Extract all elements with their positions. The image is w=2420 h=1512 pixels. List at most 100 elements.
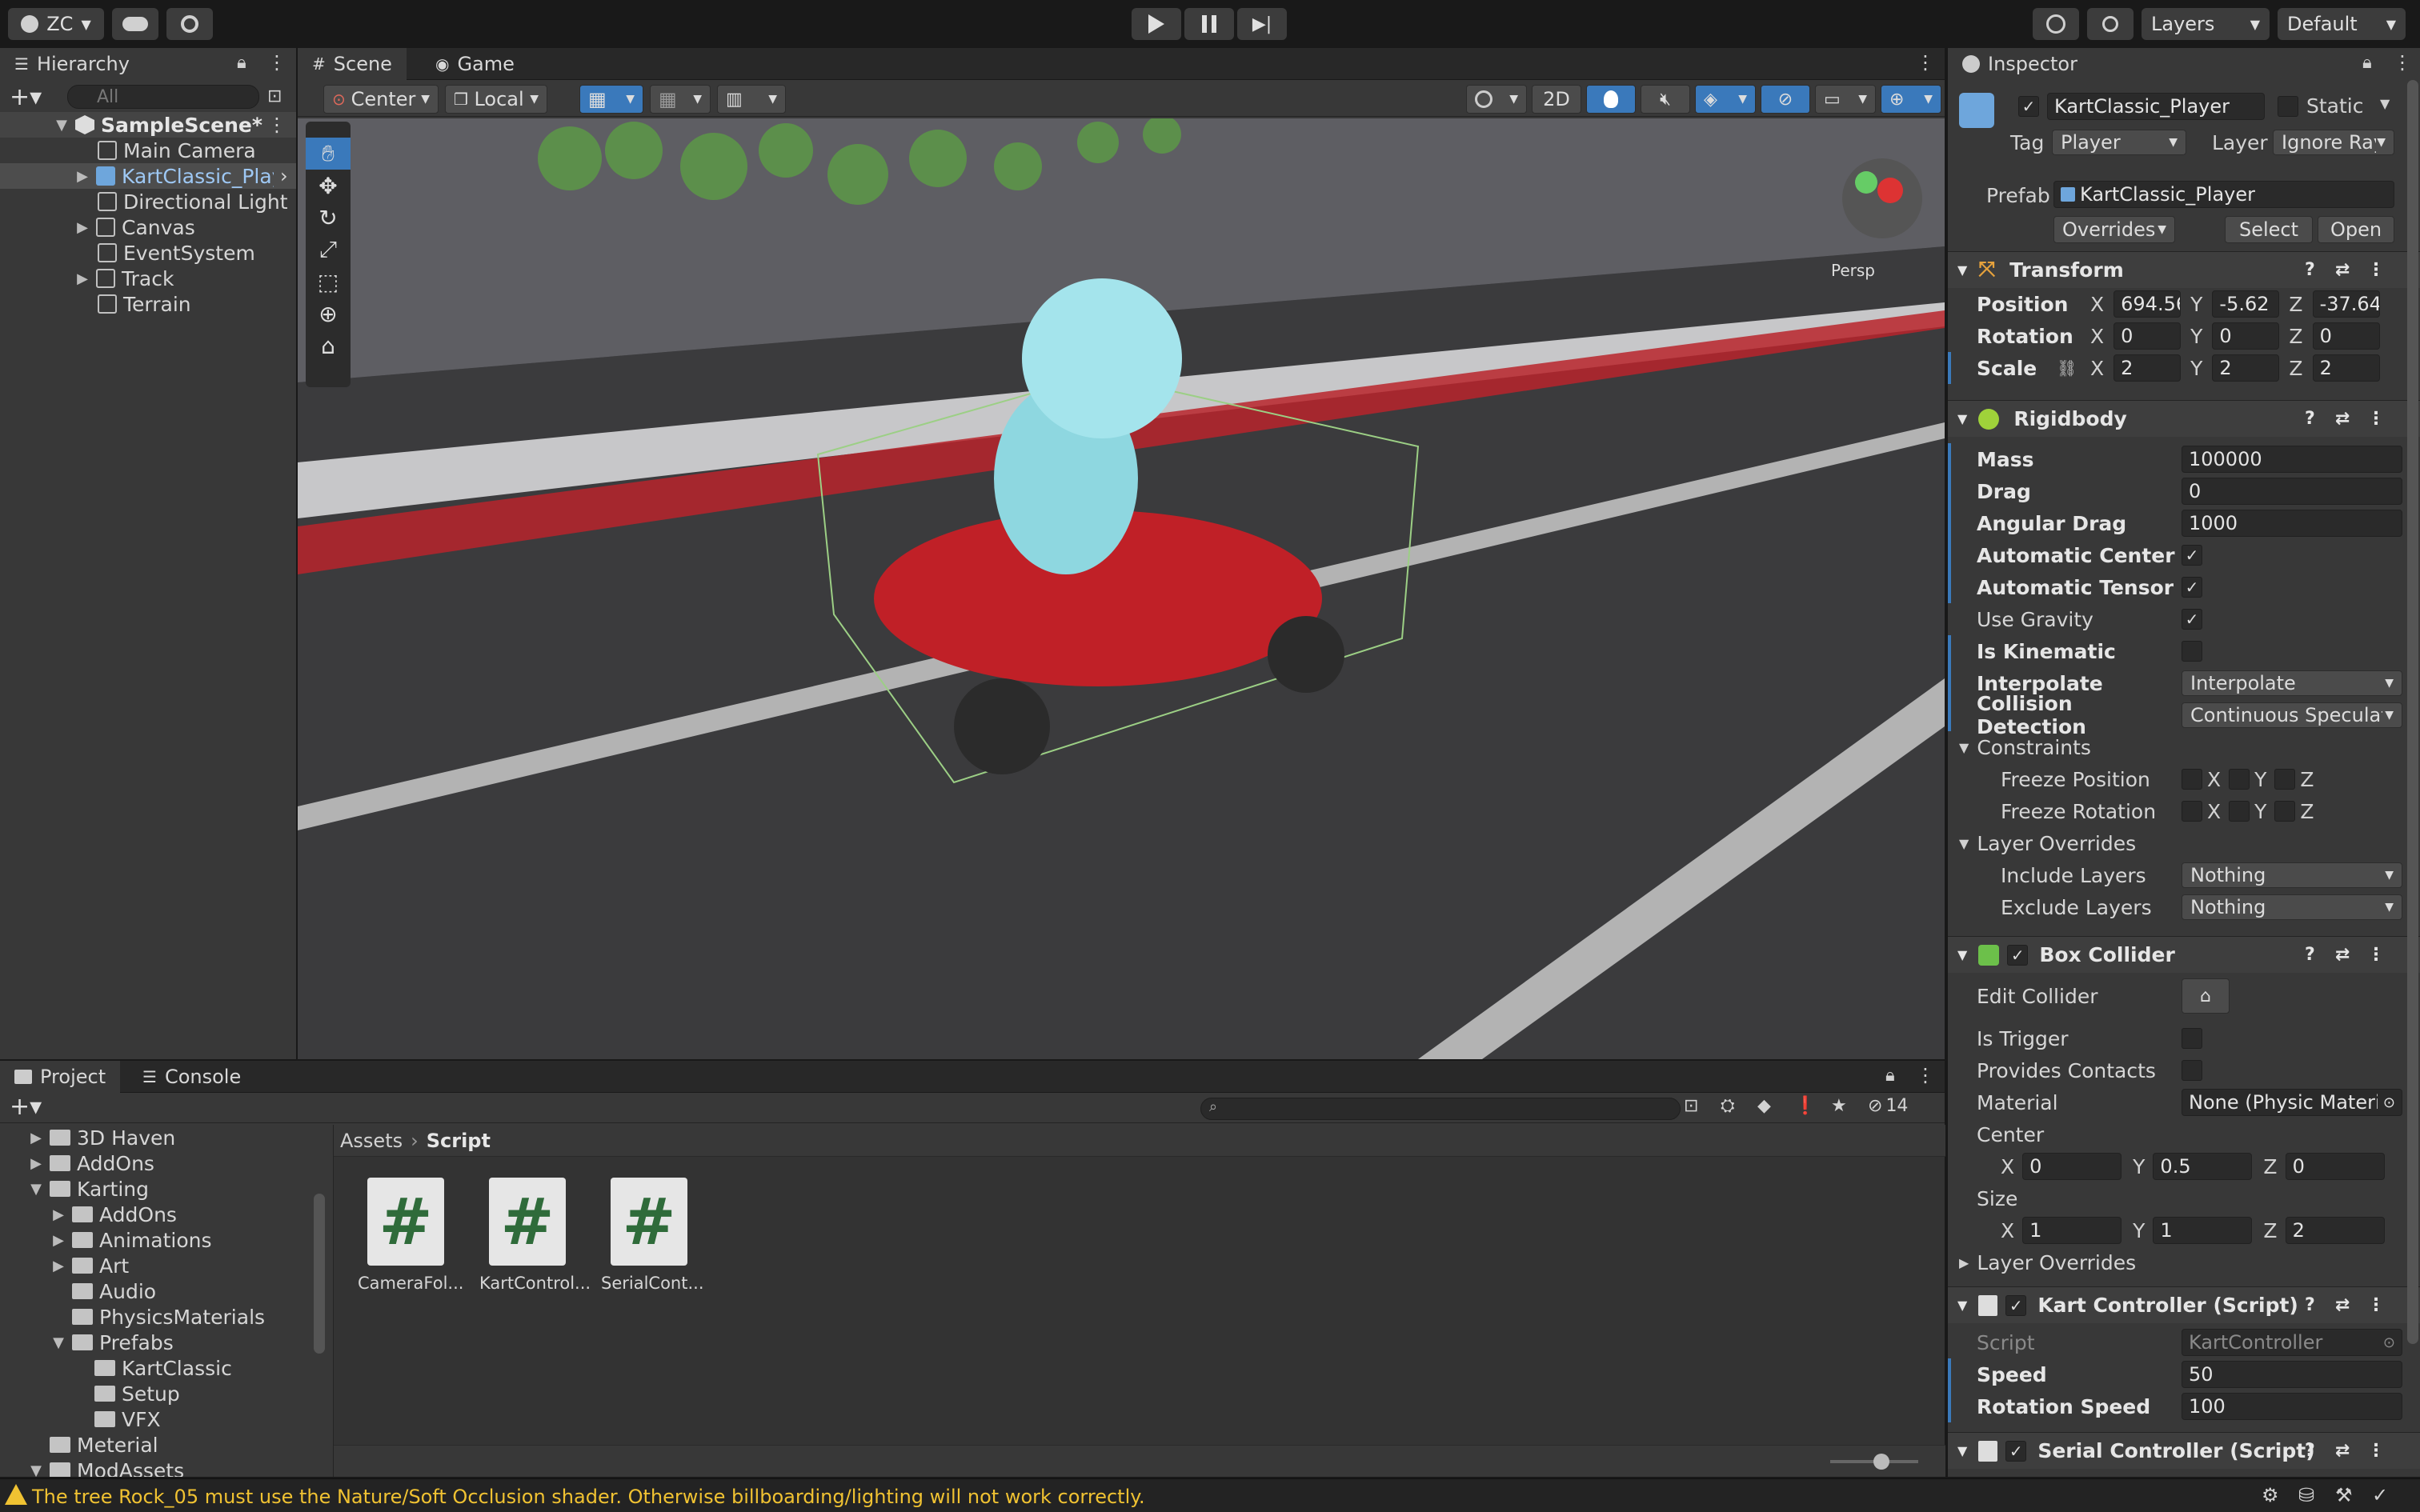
- speed-field[interactable]: 50: [2182, 1361, 2402, 1388]
- tree-item[interactable]: ▼ ModAssets: [29, 1458, 184, 1477]
- center-x-field[interactable]: 0: [2022, 1153, 2122, 1180]
- rotation-z-field[interactable]: 0: [2312, 322, 2380, 350]
- grid-snap-toggle[interactable]: ▦ ▼: [579, 85, 643, 114]
- move-tool[interactable]: ✥: [306, 170, 351, 202]
- scene-viewport[interactable]: Persp ✋︎ ✥ ↻ ⤢ ⬚ ⊕ ⌂: [298, 118, 1945, 1059]
- interpolate-dropdown[interactable]: Interpolate ▼: [2182, 670, 2402, 696]
- services-button[interactable]: [166, 8, 213, 40]
- include-layers-dropdown[interactable]: Nothing ▼: [2182, 862, 2402, 888]
- favorite-icon[interactable]: ★: [1831, 1096, 1847, 1116]
- help-icon[interactable]: ?: [2305, 1441, 2315, 1461]
- cloud-button[interactable]: [112, 8, 158, 40]
- open-button[interactable]: Open: [2318, 216, 2394, 243]
- auto-com-checkbox[interactable]: ✓: [2182, 545, 2202, 566]
- more-icon[interactable]: ⋮: [2367, 1295, 2385, 1315]
- zoom-slider-thumb[interactable]: [1873, 1454, 1889, 1470]
- center-z-field[interactable]: 0: [2285, 1153, 2385, 1180]
- hierarchy-item-eventsystem[interactable]: EventSystem: [98, 240, 255, 266]
- lighting-toggle[interactable]: [1586, 85, 1636, 114]
- static-checkbox[interactable]: [2278, 96, 2298, 117]
- size-x-field[interactable]: 1: [2022, 1217, 2122, 1244]
- tree-item[interactable]: ▶ Art: [51, 1253, 129, 1278]
- kart-controller-header[interactable]: ▼ ✓ Kart Controller (Script) ? ⇄ ⋮: [1948, 1286, 2420, 1323]
- search-button[interactable]: [2087, 8, 2134, 40]
- angular-drag-field[interactable]: 1000: [2182, 510, 2402, 537]
- static-dropdown-icon[interactable]: ▼: [2380, 96, 2390, 111]
- rotation-x-field[interactable]: 0: [2113, 322, 2182, 350]
- tree-item[interactable]: ▶ AddOns: [51, 1202, 177, 1227]
- freeze-pos-y-checkbox[interactable]: [2229, 769, 2250, 790]
- space-dropdown[interactable]: ❒ Local ▼: [445, 85, 547, 114]
- layer-dropdown[interactable]: Ignore Ray ▼: [2273, 130, 2394, 155]
- step-button[interactable]: ▶|: [1237, 8, 1287, 40]
- position-z-field[interactable]: -37.64: [2312, 290, 2380, 318]
- effects-toggle[interactable]: ◈ ▼: [1695, 85, 1756, 114]
- pause-button[interactable]: [1184, 8, 1234, 40]
- account-dropdown[interactable]: ZC ▼: [8, 8, 104, 40]
- label-icon[interactable]: ◆: [1757, 1096, 1771, 1116]
- overrides-dropdown[interactable]: Overrides ▼: [2053, 216, 2175, 243]
- presets-icon[interactable]: ⇄: [2335, 260, 2350, 280]
- hierarchy-item-kart[interactable]: ▶ KartClassic_Play ›: [0, 163, 296, 189]
- rigidbody-header[interactable]: ▼ Rigidbody ? ⇄ ⋮: [1948, 400, 2420, 437]
- tab-console[interactable]: ☰ Console: [128, 1061, 255, 1093]
- search-filter-icon[interactable]: ⊡: [267, 86, 282, 106]
- breadcrumb-item[interactable]: Script: [427, 1130, 491, 1152]
- asset-item[interactable]: # CameraFol...: [358, 1178, 463, 1293]
- tree-item[interactable]: VFX: [94, 1406, 161, 1432]
- hand-tool[interactable]: ✋︎: [306, 138, 351, 170]
- active-checkbox[interactable]: ✓: [2018, 96, 2039, 117]
- expand-arrow-icon[interactable]: ▶: [51, 1206, 66, 1223]
- size-z-field[interactable]: 2: [2285, 1217, 2385, 1244]
- layout-dropdown[interactable]: Default ▼: [2278, 8, 2406, 40]
- more-icon[interactable]: ⋮: [2393, 51, 2412, 74]
- freeze-rot-y-checkbox[interactable]: [2229, 801, 2250, 822]
- exclude-layers-dropdown[interactable]: Nothing ▼: [2182, 894, 2402, 920]
- kart-controller-enabled-checkbox[interactable]: ✓: [2005, 1294, 2027, 1316]
- rotate-tool[interactable]: ↻: [306, 202, 351, 234]
- asset-item[interactable]: # KartControl...: [479, 1178, 591, 1293]
- tree-item[interactable]: ▶ AddOns: [29, 1150, 154, 1176]
- expand-arrow-icon[interactable]: ▶: [75, 270, 90, 287]
- expand-arrow-icon[interactable]: ▶: [29, 1130, 43, 1146]
- freeze-pos-z-checkbox[interactable]: [2274, 769, 2296, 790]
- hierarchy-item-terrain[interactable]: Terrain: [98, 291, 191, 317]
- presets-icon[interactable]: ⇄: [2335, 945, 2350, 965]
- object-picker-icon[interactable]: ⊙: [2383, 1094, 2395, 1111]
- tree-item[interactable]: Setup: [94, 1381, 180, 1406]
- more-icon[interactable]: ⋮: [1916, 1064, 1935, 1086]
- mass-field[interactable]: 100000: [2182, 446, 2402, 473]
- hierarchy-item-canvas[interactable]: ▶ Canvas: [75, 214, 195, 240]
- hierarchy-item-directional-light[interactable]: Directional Light: [98, 189, 288, 214]
- size-y-field[interactable]: 1: [2153, 1217, 2253, 1244]
- pivot-dropdown[interactable]: ⊙ Center ▼: [323, 85, 439, 114]
- position-x-field[interactable]: 694.56: [2113, 290, 2182, 318]
- chevron-right-icon[interactable]: ›: [280, 165, 288, 187]
- is-trigger-checkbox[interactable]: [2182, 1028, 2202, 1049]
- auto-tensor-checkbox[interactable]: ✓: [2182, 577, 2202, 598]
- status-message[interactable]: The tree Rock_05 must use the Nature/Sof…: [32, 1486, 1145, 1508]
- asset-item[interactable]: # SerialCont...: [601, 1178, 704, 1293]
- more-icon[interactable]: ⋮: [2367, 1441, 2385, 1461]
- hierarchy-item-main-camera[interactable]: Main Camera: [98, 138, 256, 163]
- transform-header[interactable]: ▼ ⤧ Transform ? ⇄ ⋮: [1948, 251, 2420, 288]
- collapse-arrow-icon[interactable]: ▼: [1957, 262, 1967, 278]
- freeze-pos-x-checkbox[interactable]: [2182, 769, 2202, 790]
- collapse-arrow-icon[interactable]: ▼: [1957, 411, 1967, 426]
- tree-item[interactable]: ▼ Prefabs: [51, 1330, 174, 1355]
- help-icon[interactable]: ?: [2305, 409, 2315, 429]
- collapse-arrow-icon[interactable]: ▼: [1957, 1443, 1967, 1458]
- presets-icon[interactable]: ⇄: [2335, 1441, 2350, 1461]
- tab-inspector[interactable]: Inspector: [1948, 48, 2420, 80]
- tree-scrollbar[interactable]: [314, 1194, 325, 1354]
- tab-game[interactable]: ◉ Game: [421, 48, 529, 80]
- scene-root-row[interactable]: ▼ SampleScene* ⋮: [0, 112, 296, 138]
- camera-settings-dropdown[interactable]: ▭ ▼: [1815, 85, 1876, 114]
- collapse-arrow-icon[interactable]: ▼: [1957, 947, 1967, 962]
- presets-icon[interactable]: ⇄: [2335, 1295, 2350, 1315]
- search-type-icon[interactable]: ⊡: [1684, 1096, 1698, 1116]
- tab-hierarchy[interactable]: ☰ Hierarchy: [0, 48, 296, 80]
- tree-item[interactable]: KartClassic: [94, 1355, 232, 1381]
- tree-item[interactable]: ▼ Karting: [29, 1176, 149, 1202]
- link-icon[interactable]: ⛓: [2057, 358, 2081, 378]
